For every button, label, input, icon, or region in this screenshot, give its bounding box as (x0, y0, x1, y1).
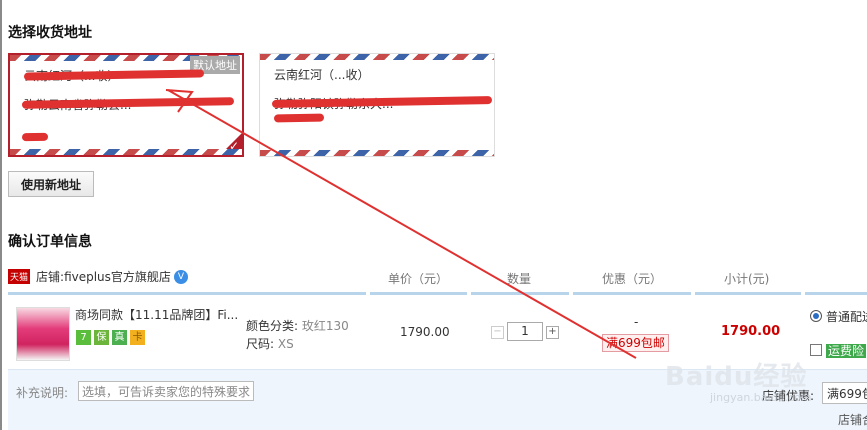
annotation-overlay (165, 89, 637, 359)
annotation-arrow-line (167, 89, 637, 359)
